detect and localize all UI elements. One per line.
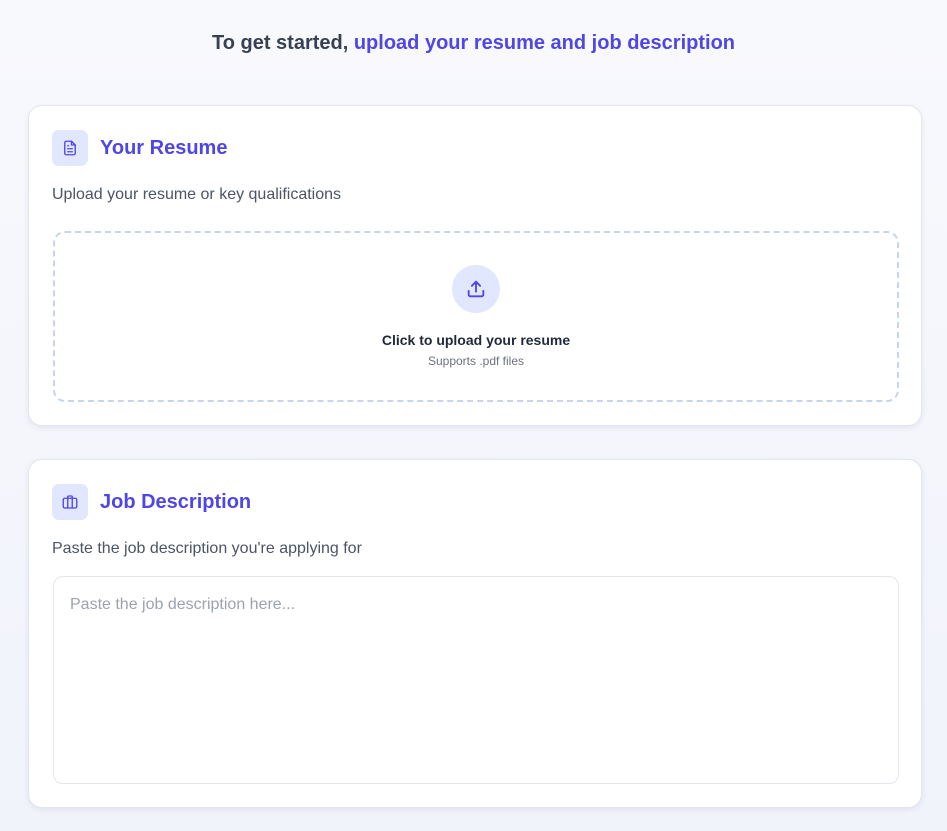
upload-icon[interactable] xyxy=(452,265,500,313)
resume-upload-dropzone[interactable]: Click to upload your resume Supports .pd… xyxy=(53,231,899,402)
document-icon xyxy=(52,130,88,166)
upload-hint: Supports .pdf files xyxy=(427,354,525,368)
job-description-card: Job Description Paste the job descriptio… xyxy=(28,459,922,808)
upload-title[interactable]: Click to upload your resume xyxy=(55,330,897,350)
headline-prefix: To get started, xyxy=(211,32,349,54)
job-card-subtitle: Paste the job description you're applyin… xyxy=(52,540,362,557)
headline-accent: upload your resume and job description xyxy=(353,32,736,54)
resume-card: Your Resume Upload your resume or key qu… xyxy=(28,105,922,426)
job-description-input[interactable] xyxy=(53,576,899,784)
briefcase-icon xyxy=(52,484,88,520)
resume-card-title: Your Resume xyxy=(100,137,228,159)
job-card-header: Job Description xyxy=(52,484,251,520)
job-card-title: Job Description xyxy=(100,491,252,513)
resume-card-header: Your Resume xyxy=(52,130,227,166)
resume-card-subtitle: Upload your resume or key qualifications xyxy=(52,186,342,203)
page-headline: To get started, upload your resume and j… xyxy=(0,30,947,56)
